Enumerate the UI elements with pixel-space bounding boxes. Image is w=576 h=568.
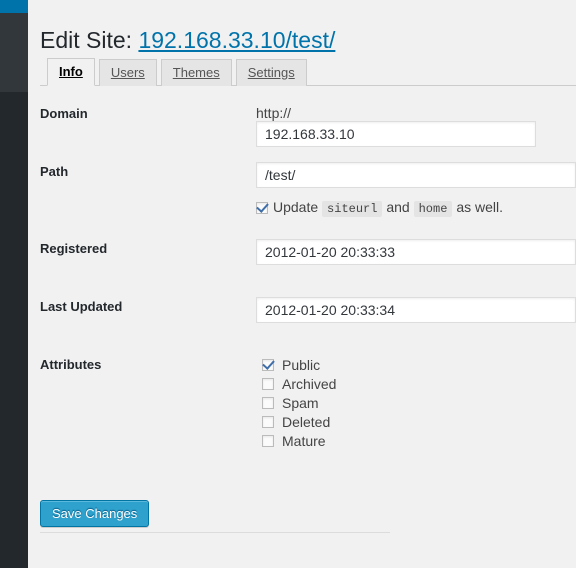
last-updated-label: Last Updated [40, 299, 123, 314]
archived-label: Archived [282, 375, 337, 392]
spam-label: Spam [282, 394, 319, 411]
update-siteurl-checkbox[interactable] [256, 202, 268, 215]
attributes-label: Attributes [40, 357, 102, 372]
update-text-after: as well. [456, 199, 503, 215]
form-row-last-updated: Last Updated [28, 297, 576, 355]
domain-label: Domain [40, 106, 88, 121]
submit-area: Save Changes [40, 500, 576, 527]
attributes-checkbox-list: Public Archived Spam Deleted Mature [262, 355, 576, 450]
last-updated-field-cell [256, 297, 576, 323]
mature-label: Mature [282, 432, 326, 449]
public-checkbox[interactable] [262, 359, 274, 372]
mature-checkbox[interactable] [262, 435, 274, 448]
domain-protocol-prefix: http:// [256, 104, 292, 121]
attribute-spam[interactable]: Spam [262, 393, 576, 412]
form-row-registered: Registered [28, 239, 576, 297]
archived-checkbox[interactable] [262, 378, 274, 391]
nav-tab-bar: Info Users Themes Settings [40, 58, 576, 86]
registered-input[interactable] [256, 239, 576, 265]
attributes-field-cell: Public Archived Spam Deleted Mature [262, 355, 576, 450]
main-content: Edit Site: 192.168.33.10/test/ Info Users… [28, 0, 576, 568]
tab-users[interactable]: Users [98, 59, 157, 86]
admin-menu-strip [0, 13, 28, 92]
registered-label: Registered [40, 241, 108, 256]
form-row-domain: Domain http:// [28, 104, 576, 162]
page-title-prefix: Edit Site: [40, 27, 139, 54]
path-input[interactable] [256, 162, 576, 188]
deleted-label: Deleted [282, 413, 331, 430]
deleted-checkbox[interactable] [262, 416, 274, 429]
code-home: home [413, 201, 453, 217]
path-label: Path [40, 164, 69, 179]
update-siteurl-home-note: Update siteurl and home as well. [256, 198, 576, 218]
admin-sidebar [0, 0, 32, 568]
form-row-path: Path Update siteurl and home as well. [28, 162, 576, 239]
update-text-middle: and [386, 199, 410, 215]
update-text-before: Update [273, 199, 319, 215]
site-url-link[interactable]: 192.168.33.10/test/ [138, 27, 335, 53]
domain-input[interactable] [256, 120, 536, 147]
page-title: Edit Site: 192.168.33.10/test/ [40, 26, 335, 55]
attribute-mature[interactable]: Mature [262, 431, 576, 450]
code-siteurl: siteurl [322, 201, 383, 217]
attribute-public[interactable]: Public [262, 355, 576, 374]
form-row-attributes: Attributes Public Archived Spam Deleted [28, 355, 576, 455]
tab-themes[interactable]: Themes [160, 59, 232, 86]
domain-field-cell: http:// [256, 104, 576, 147]
public-label: Public [282, 356, 321, 373]
tab-info[interactable]: Info [47, 58, 95, 86]
registered-field-cell [256, 239, 576, 265]
attribute-deleted[interactable]: Deleted [262, 412, 576, 431]
attribute-archived[interactable]: Archived [262, 374, 576, 393]
last-updated-input[interactable] [256, 297, 576, 323]
path-field-cell: Update siteurl and home as well. [256, 162, 576, 218]
site-info-form: Domain http:// Path Update siteurl and h… [28, 104, 576, 455]
save-changes-button[interactable]: Save Changes [40, 500, 150, 527]
tab-settings[interactable]: Settings [235, 59, 307, 86]
bottom-divider [40, 532, 390, 533]
spam-checkbox[interactable] [262, 397, 274, 410]
